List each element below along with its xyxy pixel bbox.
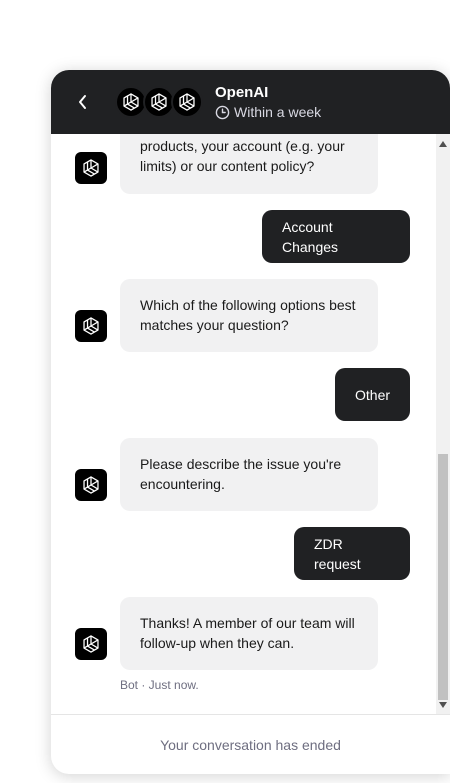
conversation-status: Your conversation has ended [51, 714, 450, 774]
bot-message: products, your account (e.g. your limits… [120, 134, 378, 194]
user-message: Other [335, 368, 410, 421]
response-time: Within a week [215, 104, 321, 120]
chat-header: OpenAI Within a week [51, 70, 450, 134]
openai-logo-icon [171, 86, 203, 118]
bot-message: Please describe the issue you're encount… [120, 438, 378, 511]
scroll-down-button[interactable] [439, 701, 447, 709]
openai-logo-icon [75, 469, 107, 501]
user-message: ZDR request [294, 527, 410, 580]
triangle-down-icon [439, 702, 447, 708]
bot-message: Which of the following options best matc… [120, 279, 378, 352]
message-text: Which of the following options best matc… [140, 297, 356, 333]
chevron-left-icon [79, 95, 86, 109]
message-text: Other [355, 386, 391, 403]
clock-icon [215, 105, 230, 119]
openai-logo-icon [75, 152, 107, 184]
bot-message: Thanks! A member of our team will follow… [120, 597, 378, 670]
message-meta: Bot · Just now. [120, 678, 199, 692]
chat-widget: OpenAI Within a week products, your acco… [51, 70, 450, 774]
message-text: ZDR request [314, 535, 361, 572]
message-text: products, your account (e.g. your limits… [140, 138, 345, 174]
triangle-up-icon [439, 141, 447, 147]
response-time-label: Within a week [234, 104, 322, 120]
message-text: Account Changes [282, 218, 339, 255]
message-text: Please describe the issue you're encount… [140, 456, 342, 492]
chat-title: OpenAI [215, 84, 269, 101]
team-avatars [115, 86, 215, 118]
user-message: Account Changes [262, 210, 410, 263]
scrollbar[interactable] [436, 134, 450, 714]
scroll-up-button[interactable] [439, 140, 447, 148]
message-text: Thanks! A member of our team will follow… [140, 615, 355, 651]
message-list: products, your account (e.g. your limits… [51, 134, 436, 714]
back-button[interactable] [71, 90, 95, 114]
scroll-thumb[interactable] [438, 454, 448, 700]
openai-logo-icon [75, 628, 107, 660]
openai-logo-icon [75, 310, 107, 342]
